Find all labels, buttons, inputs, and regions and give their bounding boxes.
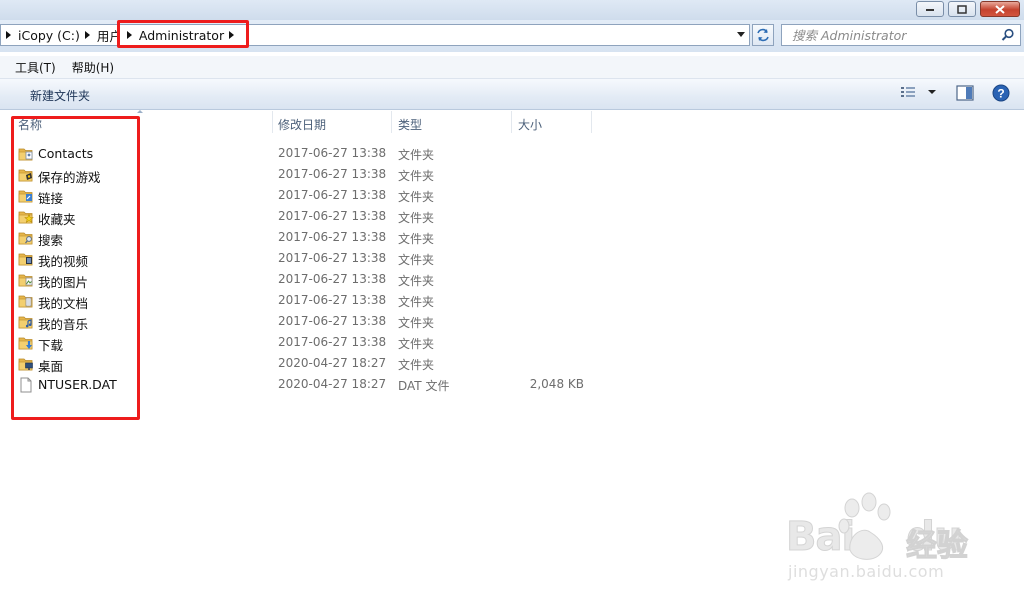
file-type: 文件夹: [398, 169, 435, 183]
file-type: 文件夹: [398, 316, 435, 330]
file-type: 文件夹: [398, 211, 435, 225]
column-header-modified[interactable]: 修改日期: [278, 116, 326, 142]
column-divider[interactable]: [511, 111, 512, 133]
menu-help[interactable]: 帮助(H): [64, 59, 122, 76]
file-modified-date: 2017-06-27 13:38: [278, 167, 387, 181]
file-modified-date: 2017-06-27 13:38: [278, 314, 387, 328]
maximize-button[interactable]: [948, 1, 976, 17]
address-history-dropdown-icon[interactable]: [737, 32, 745, 37]
file-type: 文件夹: [398, 295, 435, 309]
file-modified-date: 2017-06-27 13:38: [278, 272, 387, 286]
file-list-highlight-box: [11, 116, 140, 420]
breadcrumb-chevron-icon[interactable]: [84, 31, 90, 39]
address-bar[interactable]: iCopy (C:) 用户 Administrator: [0, 24, 750, 46]
svg-text:?: ?: [997, 87, 1004, 101]
watermark-chinese: 经验: [906, 528, 969, 565]
file-type: DAT 文件: [398, 379, 450, 393]
file-type: 文件夹: [398, 148, 435, 162]
column-divider[interactable]: [272, 111, 273, 133]
file-modified-date: 2017-06-27 13:38: [278, 230, 387, 244]
window-controls: [912, 1, 1020, 17]
menu-bar: 工具(T) 帮助(H): [0, 56, 1024, 79]
minimize-button[interactable]: [916, 1, 944, 17]
minimize-icon: [926, 9, 934, 11]
command-bar: 新建文件夹 ?: [0, 79, 1024, 110]
file-modified-date: 2017-06-27 13:38: [278, 251, 387, 265]
search-input[interactable]: [790, 26, 1004, 44]
file-type: 文件夹: [398, 274, 435, 288]
address-highlight-box: [117, 20, 249, 48]
column-header-type[interactable]: 类型: [398, 116, 422, 142]
column-divider[interactable]: [391, 111, 392, 133]
file-type: 文件夹: [398, 232, 435, 246]
view-options-dropdown-icon[interactable]: [928, 90, 936, 94]
preview-pane-icon[interactable]: [956, 85, 974, 101]
file-modified-date: 2020-04-27 18:27: [278, 377, 387, 391]
refresh-button[interactable]: [752, 24, 774, 46]
sort-ascending-icon: [137, 110, 143, 113]
new-folder-button[interactable]: 新建文件夹: [30, 87, 90, 104]
breadcrumb-chevron-icon[interactable]: [6, 31, 11, 39]
file-modified-date: 2017-06-27 13:38: [278, 146, 387, 160]
file-type: 文件夹: [398, 337, 435, 351]
file-type: 文件夹: [398, 190, 435, 204]
watermark-brand: Bai du: [785, 514, 962, 561]
search-box: [781, 24, 1021, 46]
file-size: 2,048 KB: [529, 377, 584, 391]
help-icon[interactable]: ?: [992, 84, 1010, 102]
paw-logo-icon: [838, 492, 891, 560]
details-view-icon: [901, 87, 915, 97]
title-bar: [0, 0, 1024, 20]
column-divider[interactable]: [591, 111, 592, 133]
file-modified-date: 2017-06-27 13:38: [278, 293, 387, 307]
close-icon: [995, 4, 1005, 14]
file-modified-date: 2017-06-27 13:38: [278, 188, 387, 202]
baidu-jingyan-watermark: Bai du 经验 jingyan.baidu.com: [784, 492, 984, 584]
file-type: 文件夹: [398, 358, 435, 372]
file-modified-date: 2017-06-27 13:38: [278, 209, 387, 223]
file-modified-date: 2020-04-27 18:27: [278, 356, 387, 370]
refresh-icon: [757, 28, 769, 42]
maximize-icon: [957, 4, 967, 14]
close-button[interactable]: [980, 1, 1020, 17]
breadcrumb-drive[interactable]: iCopy (C:): [18, 28, 80, 43]
search-icon[interactable]: [1001, 28, 1015, 42]
change-view-button[interactable]: [900, 86, 936, 98]
menu-tools[interactable]: 工具(T): [7, 59, 64, 76]
file-type: 文件夹: [398, 253, 435, 267]
file-modified-date: 2017-06-27 13:38: [278, 335, 387, 349]
watermark-url: jingyan.baidu.com: [788, 562, 945, 581]
column-header-size[interactable]: 大小: [518, 116, 542, 142]
